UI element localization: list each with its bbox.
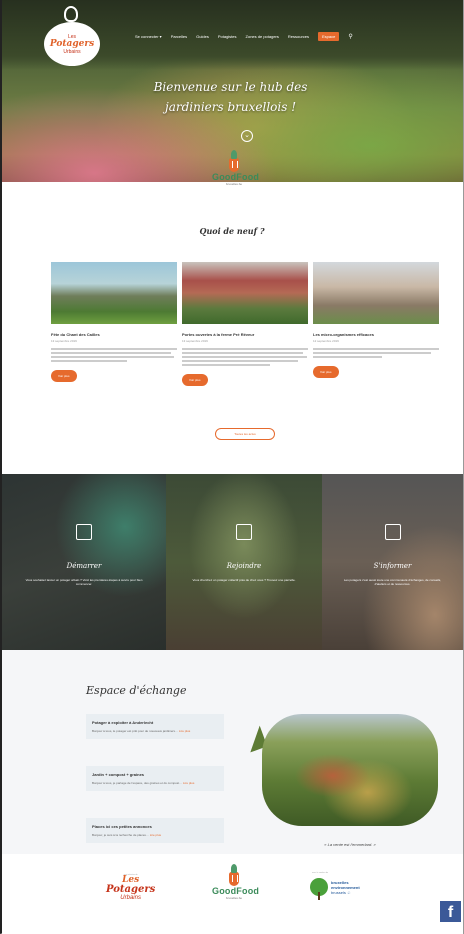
exchange-post-title[interactable]: Jardin + compost + graines xyxy=(92,772,218,777)
partner-caption: avec le soutien de xyxy=(312,872,329,874)
bruxelles-environnement-logo[interactable]: avec le soutien de bruxelles environneme… xyxy=(310,872,360,900)
news-card-title[interactable]: Portes ouvertes à la ferme Pré Rêveur xyxy=(182,332,308,337)
news-card-button[interactable]: Voir plus xyxy=(313,366,339,378)
news-card-date: 12 septembre 2019 xyxy=(313,339,339,343)
site-logo[interactable]: Les Potagers Urbains xyxy=(44,22,100,66)
news-card-1: Fête du Chant des Cailles 13 septembre 2… xyxy=(51,262,177,382)
exchange-post-body: Bonjour à tous, le potager est prêt pour… xyxy=(92,729,218,733)
goodfood-sub: bruxelles.be xyxy=(225,182,243,186)
panel-demarrer[interactable]: Démarrer Vous souhaitez lancer un potage… xyxy=(2,474,166,650)
tree-icon xyxy=(310,878,328,900)
news-card-excerpt xyxy=(51,348,177,362)
search-icon[interactable]: ⚲ xyxy=(348,33,352,40)
exchange-post-2[interactable]: Jardin + compost + graines Bonjour à tou… xyxy=(86,766,224,791)
panel-description-text: Les potagers c'est aussi toute une commu… xyxy=(343,578,442,586)
nav-item-ressources[interactable]: Ressources xyxy=(288,34,309,39)
goodfood-wordmark: GoodFood xyxy=(212,886,260,896)
news-card-image[interactable] xyxy=(313,262,439,324)
exchange-title: Espace d'échange xyxy=(86,684,187,697)
hero-title-line-1: Bienvenue sur le hub des xyxy=(153,80,308,94)
bubble-caption: « La vente est l'emmerlard. » xyxy=(324,842,376,847)
exchange-post-title[interactable]: Places ici ces petites annonces xyxy=(92,824,218,829)
panel-description-text: Vous souhaitez lancer un potager urbain … xyxy=(25,578,143,586)
news-heading: Quoi de neuf ? xyxy=(199,226,265,236)
goodfood-logo-top[interactable]: GoodFood bruxelles.be xyxy=(212,150,260,186)
nav-item-parcelles[interactable]: Parcelles xyxy=(171,34,187,39)
logo-text-urbains: Urbains xyxy=(120,895,141,901)
read-more-link[interactable]: Lire plus xyxy=(183,781,194,785)
all-news-button[interactable]: Toutes les actus xyxy=(215,428,275,440)
panel-description: Vous souhaitez lancer un potager urbain … xyxy=(18,578,150,586)
nav-cta-button[interactable]: Espace xyxy=(318,32,340,41)
news-card-date: 13 septembre 2019 xyxy=(182,339,208,343)
news-card-excerpt xyxy=(313,348,439,358)
exchange-post-text: Bonjour à tous, le potager est prêt pour… xyxy=(92,729,179,733)
garden-photo-bubble xyxy=(262,714,438,826)
goodfood-sub: bruxelles.be xyxy=(225,896,243,900)
panel-title: S'informer xyxy=(373,562,412,570)
main-nav: Se connecter ▾ Parcelles Guides Potagist… xyxy=(135,32,353,41)
carrot-icon xyxy=(229,150,239,172)
nav-item-connect[interactable]: Se connecter ▾ xyxy=(135,34,162,39)
news-card-title[interactable]: Fête du Chant des Cailles xyxy=(51,332,177,337)
logo-text-potagers: Potagers xyxy=(106,884,156,895)
scroll-down-icon[interactable]: ⌄ xyxy=(241,130,253,142)
facebook-icon[interactable]: f xyxy=(440,901,461,922)
panel-description-text: Vous cherchez un potager collectif près … xyxy=(192,578,296,582)
be-line-3: brussels ♧ xyxy=(331,889,351,895)
shovel-icon xyxy=(76,524,92,540)
logo-text-urbains: Urbains xyxy=(63,48,81,55)
carrot-icon xyxy=(236,524,252,540)
news-card-button[interactable]: Voir plus xyxy=(51,370,77,382)
goodfood-logo-footer[interactable]: GoodFood bruxelles.be xyxy=(212,864,260,900)
nav-item-potagistes[interactable]: Potagistes xyxy=(218,34,237,39)
read-more-link[interactable]: Lire plus xyxy=(150,833,161,837)
bruxelles-environnement-text: bruxelles environnement brussels ♧ xyxy=(331,880,360,895)
exchange-post-3[interactable]: Places ici ces petites annonces Bonjour,… xyxy=(86,818,224,843)
chat-bubble-icon xyxy=(384,524,401,540)
panel-rejoindre[interactable]: Rejoindre Vous cherchez un potager colle… xyxy=(166,474,322,650)
exchange-post-text: Bonjour à tous, je partage de l'espace, … xyxy=(92,781,183,785)
read-more-link[interactable]: Lire plus xyxy=(179,729,190,733)
panel-description: Vous cherchez un potager collectif près … xyxy=(182,578,306,582)
news-card-3: Les micro-organismes efficaces 12 septem… xyxy=(313,262,439,378)
exchange-post-body: Bonjour à tous, je partage de l'espace, … xyxy=(92,781,218,785)
news-card-2: Portes ouvertes à la ferme Pré Rêveur 13… xyxy=(182,262,308,386)
panel-sinformer[interactable]: S'informer Les potagers c'est aussi tout… xyxy=(322,474,463,650)
exchange-post-1[interactable]: Potager à exploiter à Anderlecht Bonjour… xyxy=(86,714,224,739)
exchange-post-body: Bonjour, je suis à la recherche de place… xyxy=(92,833,218,837)
bird-icon xyxy=(64,6,78,22)
exchange-post-text: Bonjour, je suis à la recherche de place… xyxy=(92,833,149,837)
carrot-icon xyxy=(229,864,239,886)
news-card-button[interactable]: Voir plus xyxy=(182,374,208,386)
news-card-image[interactable] xyxy=(182,262,308,324)
potagers-urbains-logo[interactable]: une initiative de Les Potagers Urbains xyxy=(106,874,155,901)
exchange-post-title[interactable]: Potager à exploiter à Anderlecht xyxy=(92,720,218,725)
be-line-2: environnement xyxy=(331,884,360,890)
goodfood-wordmark: GoodFood xyxy=(212,172,260,182)
news-card-excerpt xyxy=(182,348,308,366)
hero-title-line-2: jardiniers bruxellois ! xyxy=(164,100,297,114)
nav-item-zones[interactable]: Zones de potagers xyxy=(246,34,279,39)
panel-title: Démarrer xyxy=(66,562,102,570)
hero-title: Bienvenue sur le hub des jardiniers brux… xyxy=(0,77,461,117)
logo-text-potagers: Potagers xyxy=(49,38,95,49)
panel-description: Les potagers c'est aussi toute une commu… xyxy=(338,578,447,586)
panel-title: Rejoindre xyxy=(226,562,262,570)
news-card-image[interactable] xyxy=(51,262,177,324)
news-card-date: 13 septembre 2019 xyxy=(51,339,77,343)
news-card-title[interactable]: Les micro-organismes efficaces xyxy=(313,332,439,337)
nav-item-guides[interactable]: Guides xyxy=(196,34,209,39)
